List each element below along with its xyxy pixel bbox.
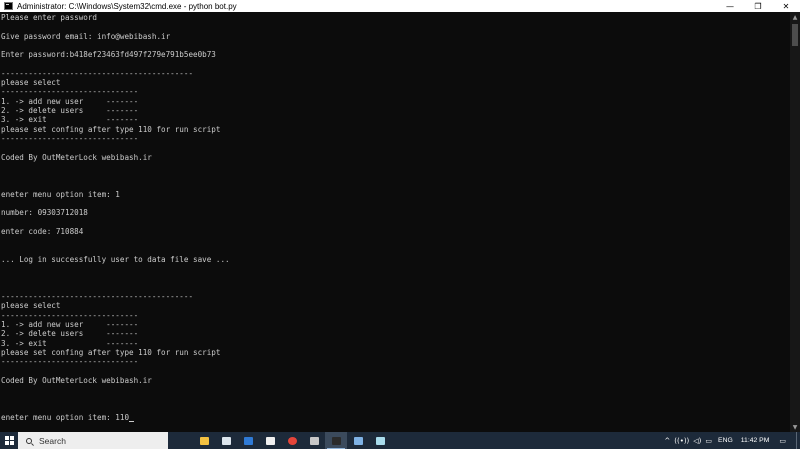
battery-icon[interactable]: ▭ bbox=[703, 432, 714, 449]
taskbar-app-task-manager[interactable] bbox=[303, 432, 325, 449]
console-line: please set confing after type 110 for ru… bbox=[1, 125, 220, 134]
console-line-text: 2. -> delete users ------- bbox=[1, 329, 139, 339]
console-line: ------------------------------ bbox=[1, 311, 138, 320]
console-line-text: Coded By OutMeterLock webibash.ir bbox=[1, 152, 152, 162]
console-line: number: 09303712018 bbox=[1, 208, 88, 217]
search-icon bbox=[26, 437, 32, 444]
taskbar-app-microsoft-store[interactable] bbox=[215, 432, 237, 449]
console-line: Coded By OutMeterLock webibash.ir bbox=[1, 376, 152, 385]
search-label: Search bbox=[39, 435, 66, 446]
maximize-button[interactable]: ❐ bbox=[744, 0, 772, 12]
language-indicator[interactable]: ENG bbox=[714, 432, 737, 449]
console-line: eneter menu option item: 110 bbox=[1, 412, 135, 422]
console-line-text: Coded By OutMeterLock webibash.ir bbox=[1, 375, 152, 385]
console-line: 3. -> exit ------- bbox=[1, 339, 138, 348]
console-line-text: please set confing after type 110 for ru… bbox=[1, 347, 221, 357]
console-line-text: number: 09303712018 bbox=[1, 208, 88, 218]
file-explorer-icon bbox=[199, 436, 209, 445]
console-line-text: 2. -> delete users ------- bbox=[1, 106, 139, 115]
console-line-text: Give password email: info@webibash.ir bbox=[1, 31, 171, 41]
taskbar-app-command-prompt[interactable] bbox=[325, 432, 347, 449]
console-line-text: please select bbox=[1, 78, 61, 88]
console-line-text: ----------------------------------------… bbox=[1, 68, 194, 78]
window-title: Administrator: C:\Windows\System32\cmd.e… bbox=[17, 1, 237, 11]
taskbar-app-notepad[interactable] bbox=[369, 432, 391, 449]
console-line: 2. -> delete users ------- bbox=[1, 329, 138, 338]
tray-expand-icon[interactable]: ^ bbox=[662, 432, 672, 449]
text-cursor bbox=[129, 420, 135, 422]
command-prompt-icon bbox=[331, 436, 341, 445]
vertical-scrollbar[interactable]: ▲ ▼ bbox=[790, 12, 800, 432]
console-line: Enter password:b418ef23463fd497f279e791b… bbox=[1, 50, 216, 59]
console-line: Coded By OutMeterLock webibash.ir bbox=[1, 153, 152, 162]
console-line: please select bbox=[1, 78, 60, 87]
microsoft-store-icon bbox=[221, 436, 231, 445]
scroll-up-arrow-icon[interactable]: ▲ bbox=[790, 12, 800, 22]
console-line-text: 1. -> add new user ------- bbox=[1, 319, 139, 329]
console-line: ----------------------------------------… bbox=[1, 69, 193, 78]
cmd-icon bbox=[4, 2, 13, 10]
console-line-text: ------------------------------ bbox=[1, 133, 139, 143]
console-line-text: enter code: 710884 bbox=[1, 226, 84, 236]
taskbar-apps bbox=[193, 432, 391, 449]
outlook-icon bbox=[243, 436, 253, 445]
console-line: please select bbox=[1, 301, 60, 310]
console-line-text: ------------------------------ bbox=[1, 87, 139, 97]
task-manager-icon bbox=[309, 436, 319, 445]
title-bar: Administrator: C:\Windows\System32\cmd.e… bbox=[0, 0, 800, 12]
console-line: Give password email: info@webibash.ir bbox=[1, 32, 170, 41]
console-line: ... Log in successfully user to data fil… bbox=[1, 255, 230, 264]
close-button[interactable]: ✕ bbox=[772, 0, 800, 12]
minimize-button[interactable]: — bbox=[716, 0, 744, 12]
console-line: ----------------------------------------… bbox=[1, 292, 193, 301]
console-line-text: 3. -> exit ------- bbox=[1, 115, 139, 125]
console-line: enter code: 710884 bbox=[1, 227, 83, 236]
console-line-text: please select bbox=[1, 301, 61, 311]
taskbar-app-chrome[interactable] bbox=[281, 432, 303, 449]
console-line: ------------------------------ bbox=[1, 357, 138, 366]
wifi-icon[interactable]: ((•)) bbox=[672, 432, 691, 449]
paint-icon bbox=[265, 436, 275, 445]
window-controls: — ❐ ✕ bbox=[716, 0, 800, 12]
console-line-text: 3. -> exit ------- bbox=[1, 338, 139, 348]
console-line-text: eneter menu option item: 110 bbox=[1, 412, 130, 422]
console-line-text: please set confing after type 110 for ru… bbox=[1, 124, 221, 134]
speaker-icon[interactable]: ◁) bbox=[691, 432, 703, 449]
show-desktop-button[interactable] bbox=[796, 432, 800, 449]
snipping-tool-icon bbox=[353, 436, 363, 445]
taskbar-app-outlook[interactable] bbox=[237, 432, 259, 449]
notification-icon[interactable]: ▭ bbox=[773, 432, 792, 449]
system-tray: ^ ((•)) ◁) ▭ ENG 11:42 PM ▭ bbox=[662, 432, 800, 449]
console-line: eneter menu option item: 1 bbox=[1, 190, 120, 199]
taskbar-app-paint[interactable] bbox=[259, 432, 281, 449]
windows-logo-icon bbox=[4, 436, 14, 445]
console-line: 3. -> exit ------- bbox=[1, 115, 138, 124]
scroll-thumb[interactable] bbox=[792, 24, 798, 46]
scroll-down-arrow-icon[interactable]: ▼ bbox=[790, 422, 800, 432]
console-line-text: ------------------------------ bbox=[1, 310, 139, 320]
console-line: 2. -> delete users ------- bbox=[1, 106, 138, 115]
chrome-icon bbox=[287, 436, 297, 445]
console-line-text: Please enter password bbox=[1, 13, 98, 22]
start-button[interactable] bbox=[0, 432, 18, 449]
taskbar-app-snipping-tool[interactable] bbox=[347, 432, 369, 449]
console-line: ------------------------------ bbox=[1, 134, 138, 143]
console-line-text: ... Log in successfully user to data fil… bbox=[1, 254, 230, 264]
console-line: please set confing after type 110 for ru… bbox=[1, 348, 220, 357]
console-line-text: Enter password:b418ef23463fd497f279e791b… bbox=[1, 50, 216, 60]
clock[interactable]: 11:42 PM bbox=[737, 432, 774, 449]
taskbar: Search ^ ((•)) ◁) ▭ ENG 11:42 PM ▭ bbox=[0, 432, 800, 449]
notepad-icon bbox=[375, 436, 385, 445]
console-line-text: ----------------------------------------… bbox=[1, 292, 194, 301]
console-line: 1. -> add new user ------- bbox=[1, 97, 138, 106]
console-line-text: ------------------------------ bbox=[1, 357, 139, 367]
console-line: Please enter password bbox=[1, 13, 97, 22]
taskbar-search[interactable]: Search bbox=[18, 432, 168, 449]
console-line: 1. -> add new user ------- bbox=[1, 320, 138, 329]
console-line-text: 1. -> add new user ------- bbox=[1, 96, 139, 106]
taskbar-app-file-explorer[interactable] bbox=[193, 432, 215, 449]
console-line: ------------------------------ bbox=[1, 87, 138, 96]
console-output[interactable]: Please enter password Give password email… bbox=[0, 12, 790, 432]
console-line-text: eneter menu option item: 1 bbox=[1, 189, 120, 199]
